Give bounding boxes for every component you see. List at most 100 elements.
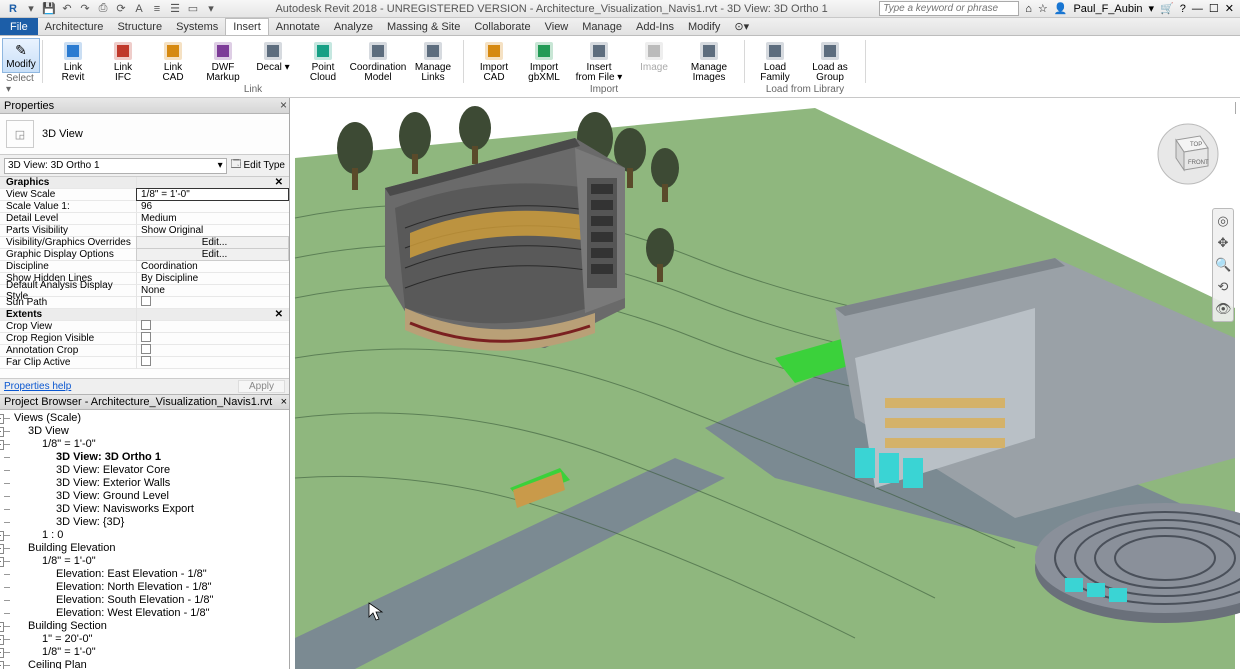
select-panel-label[interactable]: Select ▾	[6, 73, 36, 95]
open-icon[interactable]: ▾	[24, 2, 38, 16]
edit-type-button[interactable]: 🗔 Edit Type	[231, 157, 285, 174]
tab-view[interactable]: View	[538, 18, 576, 35]
save-icon[interactable]: 💾	[42, 2, 56, 16]
tree-node[interactable]: 3D View	[0, 425, 289, 438]
tree-node[interactable]: 1 : 0	[0, 529, 289, 542]
properties-close-icon[interactable]: ×	[280, 98, 287, 112]
tree-node[interactable]: 3D View: Ground Level	[0, 490, 289, 503]
prop-value[interactable]: None	[136, 285, 289, 296]
prop-value[interactable]: 96	[136, 201, 289, 212]
manage-images-button[interactable]: ManageImages	[680, 38, 738, 84]
project-browser-tree[interactable]: Views (Scale)3D View1/8" = 1'-0"3D View:…	[0, 410, 289, 669]
redo-icon[interactable]: ↷	[78, 2, 92, 16]
link-cad-button[interactable]: LinkCAD	[149, 38, 197, 84]
tree-node[interactable]: 3D View: Navisworks Export	[0, 503, 289, 516]
model-canvas[interactable]	[290, 98, 1240, 669]
prop-value[interactable]	[136, 296, 289, 309]
app-icon[interactable]: R	[6, 2, 20, 16]
dwf-button[interactable]: DWFMarkup	[199, 38, 247, 84]
prop-value[interactable]: Show Original	[136, 225, 289, 236]
tree-node[interactable]: 3D View: Exterior Walls	[0, 477, 289, 490]
tab-modify[interactable]: Modify	[681, 18, 727, 35]
prop-value[interactable]: Edit...	[136, 248, 289, 261]
look-icon[interactable]: 👁	[1215, 301, 1231, 317]
measure-icon[interactable]: A	[132, 2, 146, 16]
signin-icon[interactable]: ☆	[1038, 2, 1048, 15]
tab-file[interactable]: File	[0, 18, 38, 35]
load-family-button[interactable]: LoadFamily	[751, 38, 799, 84]
maximize-icon[interactable]: ☐	[1209, 2, 1219, 15]
tab-annotate[interactable]: Annotate	[269, 18, 327, 35]
tree-node[interactable]: Building Section	[0, 620, 289, 633]
steering-wheel-icon[interactable]: ◎	[1215, 213, 1231, 229]
zoom-icon[interactable]: 🔍	[1215, 257, 1231, 273]
tree-node[interactable]: Ceiling Plan	[0, 659, 289, 669]
tab-massing-site[interactable]: Massing & Site	[380, 18, 467, 35]
type-selector[interactable]: 3D View: 3D Ortho 1▾	[4, 158, 227, 174]
help-icon[interactable]: ?	[1180, 3, 1186, 15]
tree-node[interactable]: 3D View: 3D Ortho 1	[0, 451, 289, 464]
user-icon[interactable]: 👤	[1054, 2, 1068, 15]
tree-node[interactable]: Elevation: South Elevation - 1/8"	[0, 594, 289, 607]
viewcube[interactable]: TOP FRONT	[1156, 122, 1220, 186]
thin-lines-icon[interactable]: ≡	[150, 2, 164, 16]
tree-node[interactable]: Elevation: East Elevation - 1/8"	[0, 568, 289, 581]
import-gbxml-button[interactable]: ImportgbXML	[520, 38, 568, 84]
prop-row[interactable]: DisciplineCoordination	[0, 261, 289, 273]
coord-button[interactable]: CoordinationModel	[349, 38, 407, 84]
infocenter-icon[interactable]: ⌂	[1025, 3, 1032, 15]
prop-value[interactable]: Coordination	[136, 261, 289, 272]
properties-title[interactable]: Properties ×	[0, 98, 289, 114]
sync-icon[interactable]: ⟳	[114, 2, 128, 16]
tree-node[interactable]: Building Elevation	[0, 542, 289, 555]
tab-add-ins[interactable]: Add-Ins	[629, 18, 681, 35]
tree-node[interactable]: Views (Scale)	[0, 412, 289, 425]
project-browser-close-icon[interactable]: ×	[281, 396, 287, 408]
tree-node[interactable]: 1" = 20'-0"	[0, 633, 289, 646]
tab-systems[interactable]: Systems	[169, 18, 225, 35]
qat-more-icon[interactable]: ▾	[204, 2, 218, 16]
point-cloud-button[interactable]: PointCloud	[299, 38, 347, 84]
print-icon[interactable]: ⎙	[96, 2, 110, 16]
pan-icon[interactable]: ✥	[1215, 235, 1231, 251]
tab-analyze[interactable]: Analyze	[327, 18, 380, 35]
prop-row[interactable]: Scale Value 1:96	[0, 201, 289, 213]
prop-row[interactable]: Graphic Display OptionsEdit...	[0, 249, 289, 261]
undo-icon[interactable]: ↶	[60, 2, 74, 16]
prop-value[interactable]: 1/8" = 1'-0"	[136, 188, 289, 201]
tree-node[interactable]: 1/8" = 1'-0"	[0, 646, 289, 659]
link-revit-button[interactable]: LinkRevit	[49, 38, 97, 84]
tab-manage[interactable]: Manage	[575, 18, 629, 35]
prop-value[interactable]	[136, 356, 289, 369]
tree-node[interactable]: Elevation: North Elevation - 1/8"	[0, 581, 289, 594]
tab-architecture[interactable]: Architecture	[38, 18, 111, 35]
decal-button[interactable]: Decal ▾	[249, 38, 297, 84]
app-exchange-icon[interactable]: ▾	[1149, 2, 1155, 15]
minimize-icon[interactable]: —	[1192, 3, 1203, 15]
prop-value[interactable]: By Discipline	[136, 273, 289, 284]
close-window-icon[interactable]: ✕	[1225, 2, 1234, 15]
tab-insert[interactable]: Insert	[225, 18, 269, 35]
cart-icon[interactable]: 🛒	[1160, 2, 1174, 15]
tab-structure[interactable]: Structure	[110, 18, 169, 35]
project-browser-title[interactable]: Project Browser - Architecture_Visualiza…	[0, 394, 289, 410]
prop-row[interactable]: Detail LevelMedium	[0, 213, 289, 225]
modify-button[interactable]: ✎ Modify	[2, 38, 40, 73]
tree-node[interactable]: Elevation: West Elevation - 1/8"	[0, 607, 289, 620]
prop-value[interactable]: Medium	[136, 213, 289, 224]
tab-context[interactable]: ⊙▾	[727, 18, 756, 35]
load-group-button[interactable]: Load asGroup	[801, 38, 859, 84]
prop-row[interactable]: Far Clip Active	[0, 357, 289, 369]
prop-row[interactable]: Sun Path	[0, 297, 289, 309]
tree-node[interactable]: 1/8" = 1'-0"	[0, 555, 289, 568]
tree-node[interactable]: 3D View: {3D}	[0, 516, 289, 529]
prop-row[interactable]: View Scale1/8" = 1'-0"	[0, 189, 289, 201]
import-cad-button[interactable]: ImportCAD	[470, 38, 518, 84]
link-ifc-button[interactable]: LinkIFC	[99, 38, 147, 84]
search-input[interactable]	[879, 1, 1019, 16]
tree-node[interactable]: 3D View: Elevator Core	[0, 464, 289, 477]
close-hidden-icon[interactable]: ☰	[168, 2, 182, 16]
user-name[interactable]: Paul_F_Aubin	[1073, 3, 1142, 15]
orbit-icon[interactable]: ⟲	[1215, 279, 1231, 295]
tree-node[interactable]: 1/8" = 1'-0"	[0, 438, 289, 451]
